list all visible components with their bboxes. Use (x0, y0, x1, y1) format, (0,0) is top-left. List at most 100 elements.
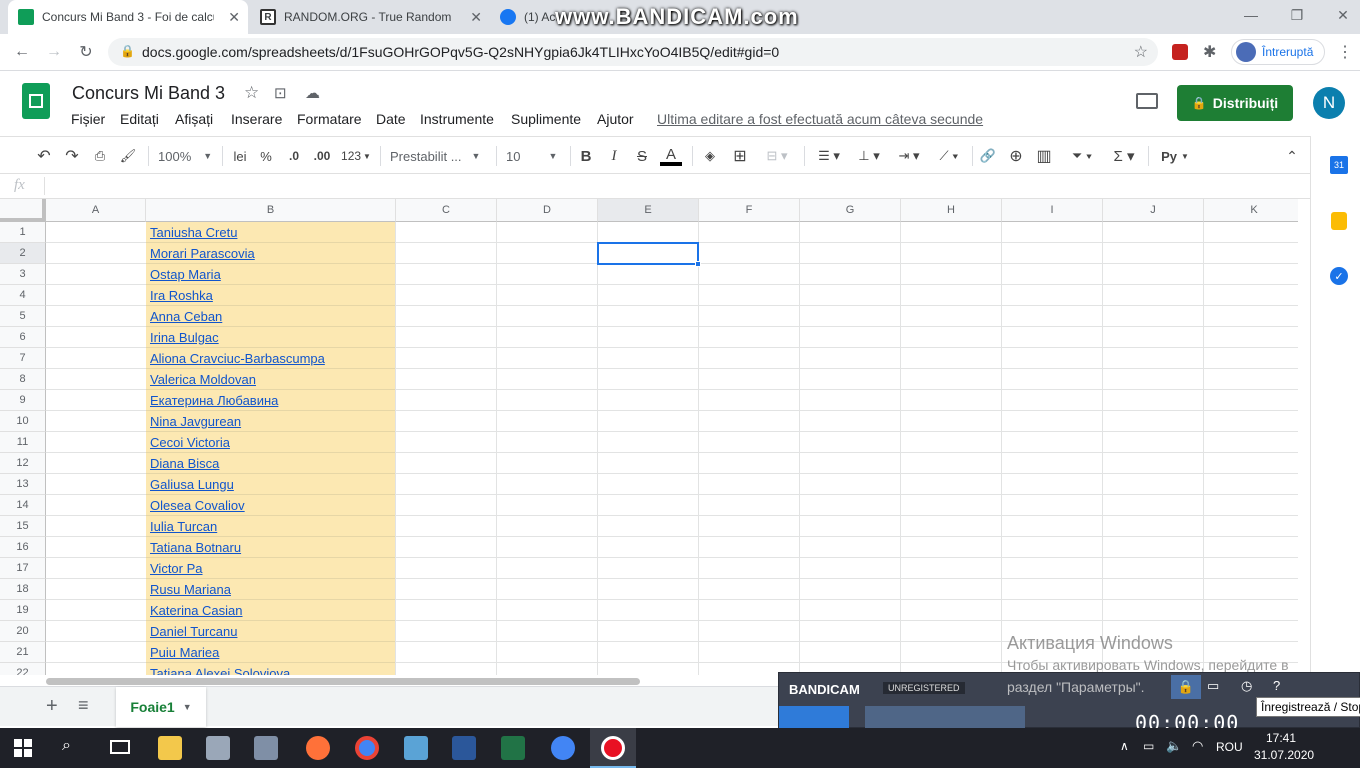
window-close-icon[interactable]: ✕ (1320, 0, 1360, 30)
name-link[interactable]: Katerina Casian (150, 603, 243, 618)
calendar-icon[interactable]: 31 (1330, 156, 1348, 174)
forward-icon[interactable]: → (42, 40, 66, 64)
column-header[interactable]: K (1204, 199, 1298, 222)
chrome-profile-icon[interactable] (551, 736, 575, 760)
puzzle-icon[interactable]: ✱ (1203, 42, 1216, 62)
close-icon[interactable]: ✕ (228, 9, 240, 26)
battery-icon[interactable]: ▭ (1143, 739, 1154, 753)
name-link[interactable]: Taniusha Cretu (150, 225, 237, 240)
collapse-toolbar-icon[interactable]: ⌃ (1282, 146, 1302, 166)
task-view-icon[interactable] (110, 740, 130, 754)
merge-cells-icon[interactable]: ⊟ ▾ (760, 146, 794, 166)
insert-link-icon[interactable]: 🔗 (978, 146, 998, 166)
menu-insert[interactable]: Inserare (231, 111, 282, 127)
doc-title[interactable]: Concurs Mi Band 3 (72, 83, 225, 104)
name-cell[interactable]: Puiu Mariea (146, 642, 396, 663)
menu-view[interactable]: Afișați (175, 111, 213, 127)
select-all-corner[interactable] (0, 199, 46, 222)
name-cell[interactable]: Anna Ceban (146, 306, 396, 327)
tasks-icon[interactable]: ✓ (1330, 267, 1348, 285)
screen-mode-button[interactable] (779, 706, 849, 728)
menu-data[interactable]: Date (376, 111, 406, 127)
currency-button[interactable]: lei (230, 146, 250, 166)
last-edit-link[interactable]: Ultima editare a fost efectuată acum cât… (657, 111, 983, 127)
row-header[interactable]: 1 (0, 222, 46, 243)
name-link[interactable]: Olesea Covaliov (150, 498, 245, 513)
firefox-icon[interactable] (306, 736, 330, 760)
name-link[interactable]: Irina Bulgac (150, 330, 219, 345)
row-header[interactable]: 21 (0, 642, 46, 663)
keep-icon[interactable] (1331, 212, 1347, 230)
star-icon[interactable]: ☆ (244, 83, 259, 103)
spreadsheet-grid[interactable]: A B C D E F G H I J K 1 Taniusha Cretu 2 Mo… (0, 199, 1298, 675)
bandicam-taskbar-button[interactable] (590, 728, 636, 768)
comments-icon[interactable] (1136, 93, 1158, 109)
row-header[interactable]: 11 (0, 432, 46, 453)
name-link[interactable]: Cecoi Victoria (150, 435, 230, 450)
sheets-logo-icon[interactable] (22, 83, 50, 119)
language-indicator[interactable]: ROU (1216, 740, 1243, 754)
text-color-icon[interactable]: A (660, 146, 682, 166)
row-header[interactable]: 17 (0, 558, 46, 579)
column-header[interactable]: C (396, 199, 497, 222)
name-cell[interactable]: Екатерина Любавина (146, 390, 396, 411)
name-cell[interactable]: Tatiana Botnaru (146, 537, 396, 558)
name-cell[interactable]: Valerica Moldovan (146, 369, 396, 390)
row-header[interactable]: 22 (0, 663, 46, 675)
app-icon[interactable] (254, 736, 278, 760)
name-cell[interactable]: Irina Bulgac (146, 327, 396, 348)
column-header[interactable]: A (46, 199, 146, 222)
clock-time[interactable]: 17:41 (1266, 731, 1296, 745)
all-sheets-icon[interactable]: ≡ (78, 695, 89, 716)
chrome-menu-icon[interactable]: ⋮ (1337, 42, 1353, 62)
selected-cell[interactable] (597, 242, 699, 265)
name-cell[interactable]: Rusu Mariana (146, 579, 396, 600)
row-header[interactable]: 14 (0, 495, 46, 516)
menu-addons[interactable]: Suplimente (511, 111, 581, 127)
game-mode-button[interactable] (865, 706, 945, 728)
add-sheet-icon[interactable]: + (46, 695, 58, 718)
column-header[interactable]: I (1002, 199, 1103, 222)
font-size-select[interactable]: 10 ▼ (506, 146, 562, 166)
name-cell[interactable]: Katerina Casian (146, 600, 396, 621)
search-icon[interactable]: ⌕ (62, 737, 71, 755)
name-link[interactable]: Tatiana Botnaru (150, 540, 241, 555)
functions-icon[interactable]: Σ ▾ (1108, 146, 1140, 166)
name-cell[interactable]: Daniel Turcanu (146, 621, 396, 642)
name-link[interactable]: Victor Pa (150, 561, 203, 576)
name-cell[interactable]: Olesea Covaliov (146, 495, 396, 516)
name-link[interactable]: Tatiana Alexei Soloviova (150, 666, 290, 676)
back-icon[interactable]: ← (10, 40, 34, 64)
bookmark-star-icon[interactable]: ☆ (1134, 42, 1148, 62)
minimize-icon[interactable]: — (1228, 0, 1274, 30)
tray-arrow-icon[interactable]: ∧ (1120, 739, 1129, 753)
share-button[interactable]: 🔒 Distribuiți (1177, 85, 1293, 121)
name-link[interactable]: Puiu Mariea (150, 645, 219, 660)
menu-help[interactable]: Ajutor (597, 111, 634, 127)
row-header[interactable]: 19 (0, 600, 46, 621)
name-link[interactable]: Anna Ceban (150, 309, 222, 324)
lock-icon[interactable]: 🔒 (1171, 675, 1201, 699)
row-header[interactable]: 3 (0, 264, 46, 285)
menu-format[interactable]: Formatare (297, 111, 362, 127)
reload-icon[interactable]: ↻ (74, 40, 98, 64)
name-cell[interactable]: Cecoi Victoria (146, 432, 396, 453)
row-header[interactable]: 7 (0, 348, 46, 369)
name-link[interactable]: Ira Roshka (150, 288, 213, 303)
name-link[interactable]: Galiusa Lungu (150, 477, 234, 492)
restore-icon[interactable]: ❐ (1274, 0, 1320, 30)
vertical-align-icon[interactable]: ⊥ ▾ (852, 146, 886, 166)
undo-icon[interactable]: ↶ (34, 146, 54, 166)
name-link[interactable]: Valerica Moldovan (150, 372, 256, 387)
bold-icon[interactable]: B (578, 146, 594, 166)
help-icon[interactable]: ? (1273, 678, 1280, 693)
row-header[interactable]: 12 (0, 453, 46, 474)
browser-tab-random[interactable]: R RANDOM.ORG - True Random N ✕ (250, 0, 490, 34)
row-header[interactable]: 6 (0, 327, 46, 348)
name-cell[interactable]: Tatiana Alexei Soloviova (146, 663, 396, 675)
name-link[interactable]: Aliona Cravciuc-Barbascumpa (150, 351, 325, 366)
strikethrough-icon[interactable]: S (634, 146, 650, 166)
name-cell[interactable]: Nina Javgurean (146, 411, 396, 432)
name-link[interactable]: Екатерина Любавина (150, 393, 278, 408)
row-header[interactable]: 20 (0, 621, 46, 642)
